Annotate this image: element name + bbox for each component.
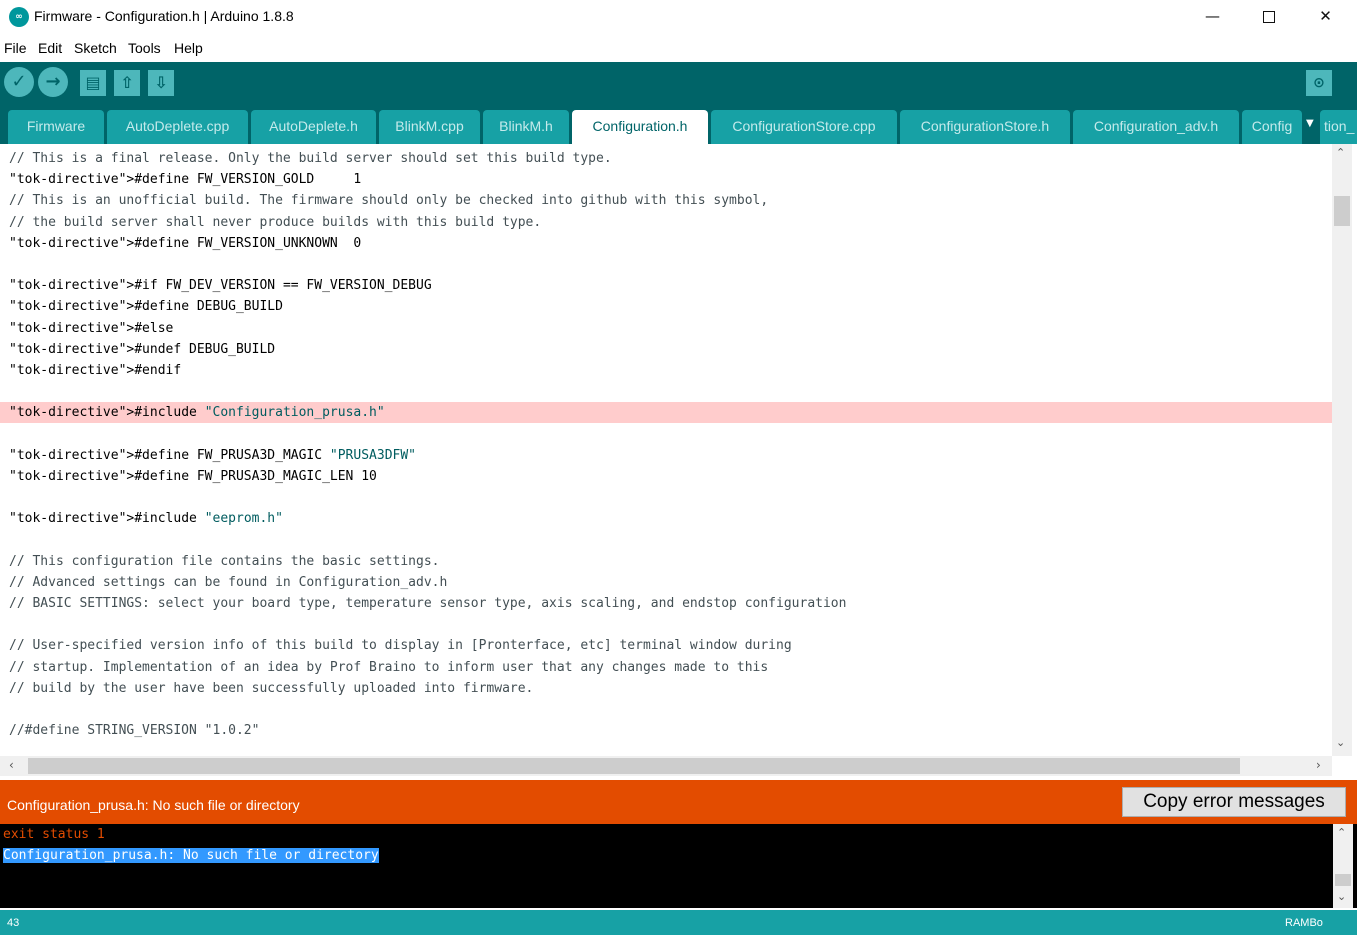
menu-sketch[interactable]: Sketch	[74, 40, 117, 56]
code-line[interactable]: ​	[0, 614, 1332, 635]
upload-button[interactable]: →	[38, 67, 68, 97]
editor-horizontal-scrollbar[interactable]: ‹ ›	[0, 756, 1332, 776]
verify-button[interactable]: ✓	[4, 67, 34, 97]
code-line[interactable]: "tok-directive">#define FW_VERSION_UNKNO…	[0, 233, 1332, 254]
code-line[interactable]: "tok-directive">#endif	[0, 360, 1332, 381]
code-line[interactable]: "tok-directive">#undef DEBUG_BUILD	[0, 339, 1332, 360]
code-line[interactable]: "tok-directive">#if FW_DEV_VERSION == FW…	[0, 275, 1332, 296]
error-message: Configuration_prusa.h: No such file or d…	[7, 797, 300, 813]
error-highlighted-line[interactable]: "tok-directive">#include "Configuration_…	[0, 402, 1332, 424]
code-line[interactable]: // startup. Implementation of an idea by…	[0, 657, 1332, 678]
code-line[interactable]: ​	[0, 381, 1332, 402]
console-scroll-down-icon[interactable]: ⌄	[1337, 890, 1346, 903]
tab-autodeplete-cpp[interactable]: AutoDeplete.cpp	[107, 110, 248, 144]
open-sketch-button[interactable]: ⇧	[114, 70, 140, 96]
code-line[interactable]: "tok-directive">#include "eeprom.h"	[0, 508, 1332, 529]
console-output[interactable]: exit status 1 Configuration_prusa.h: No s…	[0, 824, 1357, 908]
console-lines[interactable]: exit status 1 Configuration_prusa.h: No s…	[3, 824, 379, 866]
maximize-button[interactable]	[1240, 0, 1297, 32]
code-line[interactable]: // Advanced settings can be found in Con…	[0, 572, 1332, 593]
minimize-button[interactable]: —	[1184, 0, 1241, 32]
code-line[interactable]: // This configuration file contains the …	[0, 551, 1332, 572]
magnifier-icon: ⊙	[1313, 75, 1325, 91]
window-title: Firmware - Configuration.h | Arduino 1.8…	[34, 8, 294, 24]
tab-partial[interactable]: tion_	[1320, 110, 1357, 144]
menu-bar: File Edit Sketch Tools Help	[0, 36, 1357, 60]
error-bar: Configuration_prusa.h: No such file or d…	[0, 780, 1357, 824]
code-line[interactable]: "tok-directive">#define FW_PRUSA3D_MAGIC…	[0, 466, 1332, 487]
editor-vertical-scrollbar[interactable]: ⌃ ⌄	[1332, 144, 1352, 756]
title-bar: ∞ Firmware - Configuration.h | Arduino 1…	[0, 0, 1357, 34]
open-arrow-up-icon: ⇧	[120, 73, 134, 92]
tab-configuration-h[interactable]: Configuration.h	[572, 110, 708, 144]
code-editor[interactable]: // This is a final release. Only the bui…	[0, 144, 1357, 756]
console-scroll-up-icon[interactable]: ⌃	[1337, 826, 1346, 839]
console-exit-status[interactable]: exit status 1	[3, 824, 379, 845]
tab-config[interactable]: Config	[1242, 110, 1302, 144]
new-file-icon: ▤	[85, 73, 101, 92]
status-line-number: 43	[7, 917, 20, 929]
code-line[interactable]: ​	[0, 423, 1332, 444]
tab-configurationstore-cpp[interactable]: ConfigurationStore.cpp	[711, 110, 897, 144]
code-line[interactable]: // User-specified version info of this b…	[0, 635, 1332, 656]
copy-error-messages-button[interactable]: Copy error messages	[1122, 787, 1346, 817]
tab-menu-dropdown-icon[interactable]: ▼	[1306, 118, 1314, 129]
code-line[interactable]: ​	[0, 254, 1332, 275]
toolbar: ✓ → ▤ ⇧ ⇩ ⊙	[0, 62, 1357, 104]
menu-tools[interactable]: Tools	[128, 40, 161, 56]
scroll-right-icon[interactable]: ›	[1316, 758, 1321, 772]
scroll-left-icon[interactable]: ‹	[9, 758, 14, 772]
code-line[interactable]: "tok-directive">#define FW_VERSION_GOLD …	[0, 169, 1332, 190]
maximize-icon	[1262, 10, 1275, 23]
code-line[interactable]: // This is a final release. Only the bui…	[0, 148, 1332, 169]
status-board-name: RAMBo	[1285, 917, 1323, 929]
code-line[interactable]: //#define STRING_VERSION "1.0.2"	[0, 720, 1332, 741]
serial-monitor-button[interactable]: ⊙	[1306, 70, 1332, 96]
code-line[interactable]: ​	[0, 699, 1332, 720]
tab-configurationstore-h[interactable]: ConfigurationStore.h	[900, 110, 1070, 144]
new-sketch-button[interactable]: ▤	[80, 70, 106, 96]
code-line[interactable]: // the build server shall never produce …	[0, 212, 1332, 233]
tab-firmware[interactable]: Firmware	[8, 110, 104, 144]
menu-help[interactable]: Help	[174, 40, 203, 56]
arduino-logo-icon: ∞	[9, 7, 29, 27]
code-line[interactable]: // This is an unofficial build. The firm…	[0, 190, 1332, 211]
console-scroll-thumb[interactable]	[1335, 874, 1351, 886]
hscroll-thumb[interactable]	[28, 758, 1240, 774]
code-line[interactable]: "tok-directive">#define DEBUG_BUILD	[0, 296, 1332, 317]
code-line[interactable]: "tok-directive">#define FW_PRUSA3D_MAGIC…	[0, 445, 1332, 466]
code-line[interactable]: "tok-directive">#else	[0, 318, 1332, 339]
menu-file[interactable]: File	[4, 40, 27, 56]
code-lines[interactable]: // This is a final release. Only the bui…	[0, 148, 1332, 741]
code-line[interactable]: ​	[0, 529, 1332, 550]
code-line[interactable]: // build by the user have been successfu…	[0, 678, 1332, 699]
console-vertical-scrollbar[interactable]: ⌃ ⌄	[1333, 824, 1353, 908]
code-line[interactable]: ​	[0, 487, 1332, 508]
console-selected-line[interactable]: Configuration_prusa.h: No such file or d…	[3, 845, 379, 866]
tab-bar: Firmware AutoDeplete.cpp AutoDeplete.h B…	[0, 104, 1357, 144]
tab-autodeplete-h[interactable]: AutoDeplete.h	[251, 110, 376, 144]
menu-edit[interactable]: Edit	[38, 40, 62, 56]
tab-blinkm-cpp[interactable]: BlinkM.cpp	[379, 110, 480, 144]
code-line[interactable]: // BASIC SETTINGS: select your board typ…	[0, 593, 1332, 614]
arrow-right-icon: →	[45, 71, 61, 92]
scroll-thumb[interactable]	[1334, 196, 1350, 226]
tab-configuration-adv-h[interactable]: Configuration_adv.h	[1073, 110, 1239, 144]
scroll-up-icon[interactable]: ⌃	[1336, 146, 1345, 159]
checkmark-icon: ✓	[11, 71, 27, 92]
tab-blinkm-h[interactable]: BlinkM.h	[483, 110, 569, 144]
scroll-down-icon[interactable]: ⌄	[1336, 736, 1345, 749]
close-button[interactable]: ✕	[1297, 0, 1354, 32]
status-bar: 43 RAMBo	[0, 910, 1357, 935]
save-sketch-button[interactable]: ⇩	[148, 70, 174, 96]
save-arrow-down-icon: ⇩	[154, 73, 168, 92]
